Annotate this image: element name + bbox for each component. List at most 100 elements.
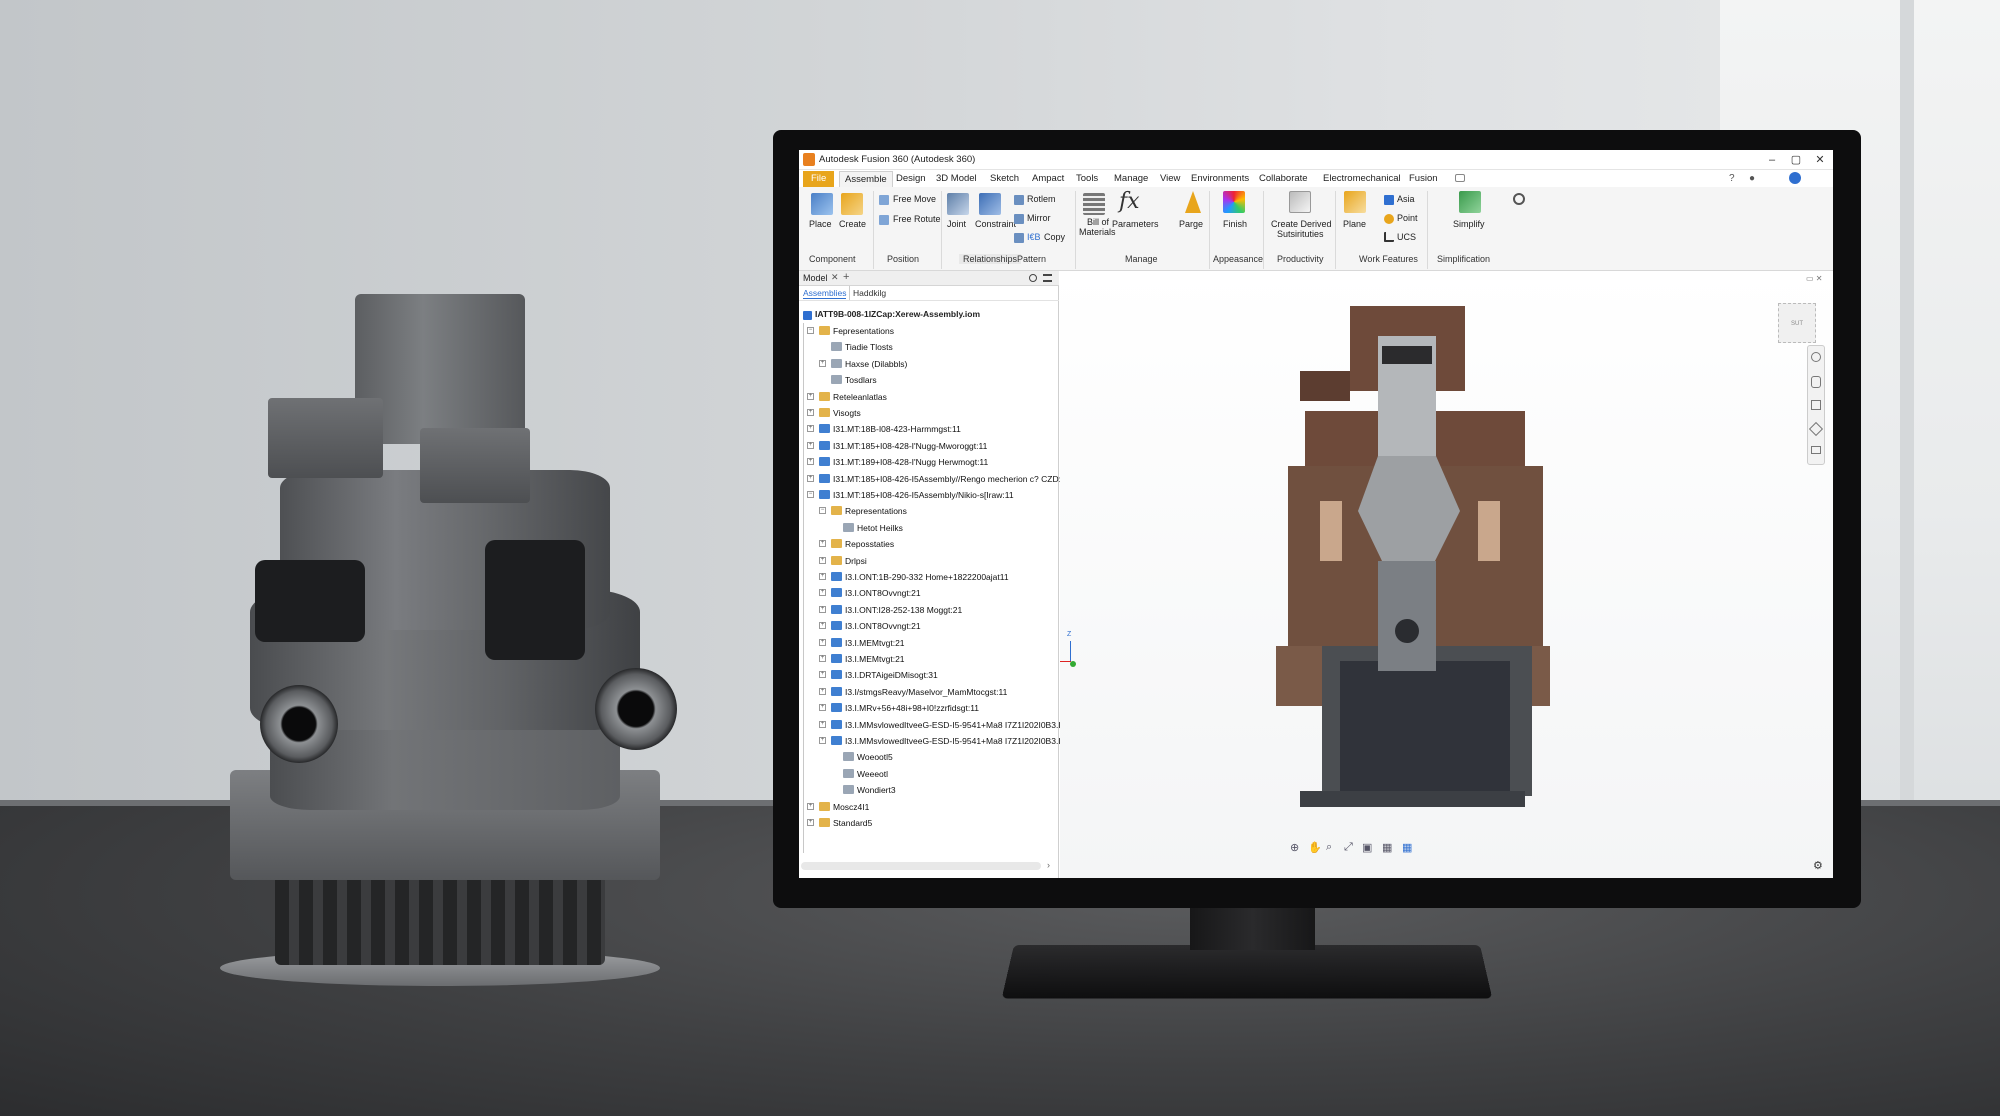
tree-item[interactable]: Hetot Heilks bbox=[799, 520, 1059, 536]
chevron-right-icon[interactable]: › bbox=[1047, 860, 1050, 870]
tree-item[interactable]: + I3.I.ONT:I28-252-138 Moggt:21 bbox=[799, 602, 1059, 618]
viewports-icon[interactable]: ▦ bbox=[1402, 841, 1412, 854]
ucs-button[interactable]: UCS bbox=[1397, 232, 1416, 242]
expand-icon[interactable]: + bbox=[807, 458, 814, 466]
viewport-restore-icon[interactable]: ▭ ✕ bbox=[1806, 274, 1822, 283]
bom-button-line1[interactable]: Bill of bbox=[1087, 217, 1109, 227]
bom-button-line2[interactable]: Materials bbox=[1079, 227, 1116, 237]
tree-item[interactable]: + Reposstaties bbox=[799, 536, 1059, 552]
tree-item[interactable]: Weeeotl bbox=[799, 766, 1059, 782]
group-component-label[interactable]: Component bbox=[809, 254, 856, 264]
grid-icon[interactable]: ▦ bbox=[1382, 841, 1392, 854]
gear-icon[interactable] bbox=[1513, 193, 1525, 205]
tree-item[interactable]: Tosdlars bbox=[799, 372, 1059, 388]
maximize-button[interactable]: ▢ bbox=[1783, 152, 1809, 168]
navigation-bar[interactable] bbox=[1807, 345, 1825, 465]
zoom-icon[interactable]: ⌕ bbox=[1326, 841, 1332, 854]
tree-item[interactable]: Wondiert3 bbox=[799, 782, 1059, 798]
pattern-rotlem-button[interactable]: Rotlem bbox=[1027, 194, 1056, 204]
mirror-button[interactable]: Mirror bbox=[1027, 213, 1051, 223]
orbit-icon[interactable]: ⊕ bbox=[1290, 841, 1299, 854]
expand-icon[interactable]: + bbox=[807, 474, 814, 482]
create-derived-line1[interactable]: Create Derived bbox=[1271, 219, 1332, 229]
group-simplification-label[interactable]: Simplification bbox=[1437, 254, 1490, 264]
help-icon[interactable]: ? bbox=[1729, 173, 1735, 184]
tree-item[interactable]: + I31.MT:189+I08-428-I'Nugg Herwmogt:11 bbox=[799, 454, 1059, 470]
tree-item[interactable]: − Fepresentations bbox=[799, 323, 1059, 339]
pan-icon[interactable]: ✋ bbox=[1308, 841, 1322, 854]
joint-button[interactable]: Joint bbox=[947, 219, 966, 229]
group-appearance-label[interactable]: Appeasance bbox=[1213, 254, 1263, 264]
copy-button[interactable]: Copy bbox=[1044, 232, 1065, 242]
tree-root[interactable]: IATT9B-008-1IZCap:Xerew-Assembly.iom bbox=[815, 309, 980, 319]
create-icon[interactable] bbox=[841, 193, 863, 215]
expand-icon[interactable]: + bbox=[819, 687, 826, 695]
tab-ampact[interactable]: Ampact bbox=[1027, 171, 1069, 187]
expand-icon[interactable]: + bbox=[819, 737, 826, 744]
tree-item[interactable]: + I3.I.MMsvlowedItveeG-ESD-I5-9541+Ma8 I7… bbox=[799, 717, 1085, 733]
close-button[interactable]: ✕ bbox=[1807, 152, 1833, 168]
tab-collaborate[interactable]: Collaborate bbox=[1254, 171, 1313, 187]
group-relationships-label[interactable]: Relationships bbox=[959, 254, 1022, 264]
display-settings-icon[interactable]: ▣ bbox=[1362, 841, 1372, 854]
axis-button[interactable]: Asia bbox=[1397, 194, 1415, 204]
tab-manage[interactable]: Manage bbox=[1109, 171, 1153, 187]
tree-item[interactable]: + I31.MT:18B-I08-423-Harmmgst:11 bbox=[799, 421, 1059, 437]
create-button[interactable]: Create bbox=[839, 219, 866, 229]
expand-icon[interactable]: + bbox=[807, 392, 814, 400]
joint-icon[interactable] bbox=[947, 193, 969, 215]
simplify-icon[interactable] bbox=[1459, 191, 1481, 213]
tab-assemble[interactable]: Assemble bbox=[839, 171, 893, 187]
tree-item[interactable]: + I3.I.DRTAigeiDMisogt:31 bbox=[799, 667, 1059, 683]
tree-item[interactable]: + Haxse (Dilabbls) bbox=[799, 356, 1059, 372]
expand-icon[interactable]: + bbox=[807, 819, 814, 826]
file-menu[interactable]: File bbox=[803, 171, 835, 187]
group-manage-label[interactable]: Manage bbox=[1125, 254, 1158, 264]
tab-fusion[interactable]: Fusion bbox=[1404, 171, 1443, 187]
fit-icon[interactable]: ⤢ bbox=[1344, 841, 1353, 854]
collapse-icon[interactable]: − bbox=[819, 507, 826, 515]
tree-item[interactable]: + I3.I.MEMtvgt:21 bbox=[799, 651, 1059, 667]
viewcube[interactable]: SUT bbox=[1778, 303, 1816, 343]
navigation-toolbar[interactable]: ⊕ ✋ ⌕ ⤢ ▣ ▦ ▦ bbox=[1290, 841, 1420, 859]
place-button[interactable]: Place bbox=[809, 219, 832, 229]
tab-assemblies[interactable]: Assemblies bbox=[803, 288, 847, 299]
tree-item[interactable]: + Reteleanlatlas bbox=[799, 389, 1059, 405]
tree-item[interactable]: + Visogts bbox=[799, 405, 1059, 421]
add-tab-icon[interactable]: + bbox=[843, 271, 849, 283]
tree-item[interactable]: − Representations bbox=[799, 503, 1059, 519]
group-work-features-label[interactable]: Work Features bbox=[1359, 254, 1418, 264]
tab-design[interactable]: Design bbox=[891, 171, 931, 187]
create-derived-line2[interactable]: Sutsirituties bbox=[1277, 229, 1324, 239]
search-icon[interactable] bbox=[1029, 274, 1037, 282]
section-view-model[interactable] bbox=[1260, 301, 1560, 831]
group-position-label[interactable]: Position bbox=[887, 254, 919, 264]
place-icon[interactable] bbox=[811, 193, 833, 215]
tab-3d-model[interactable]: 3D Model bbox=[931, 171, 982, 187]
close-icon[interactable]: ✕ bbox=[831, 272, 839, 283]
simplify-button[interactable]: Simplify bbox=[1453, 219, 1485, 229]
tab-tools[interactable]: Tools bbox=[1071, 171, 1103, 187]
plane-button[interactable]: Plane bbox=[1343, 219, 1366, 229]
point-button[interactable]: Point bbox=[1397, 213, 1418, 223]
expand-icon[interactable]: + bbox=[819, 704, 826, 712]
tree-item[interactable]: + Drlpsi bbox=[799, 553, 1059, 569]
expand-icon[interactable]: + bbox=[819, 556, 826, 564]
tab-electromechanical[interactable]: Electromechanical bbox=[1318, 171, 1406, 187]
menu-icon[interactable] bbox=[1043, 274, 1052, 282]
create-derived-icon[interactable] bbox=[1289, 191, 1311, 213]
minimize-button[interactable]: – bbox=[1759, 152, 1785, 168]
expand-icon[interactable]: + bbox=[807, 409, 814, 416]
tab-view[interactable]: View bbox=[1155, 171, 1185, 187]
tab-modeling[interactable]: Haddkilg bbox=[853, 288, 886, 298]
expand-icon[interactable]: + bbox=[819, 671, 826, 679]
tree-item[interactable]: + I3.I.ONT:1B-290-332 Home+1822200ajat11 bbox=[799, 569, 1059, 585]
browser-title[interactable]: Model bbox=[803, 273, 828, 283]
tab-environments[interactable]: Environments bbox=[1186, 171, 1254, 187]
finish-icon[interactable] bbox=[1223, 191, 1245, 213]
expand-icon[interactable]: + bbox=[819, 622, 826, 630]
constraint-button[interactable]: Constraint bbox=[975, 219, 1016, 229]
group-productivity-label[interactable]: Productivity bbox=[1277, 254, 1324, 264]
fx-icon[interactable]: fx bbox=[1119, 189, 1140, 214]
tree-item[interactable]: + I3.I.ONT8Ovvngt:21 bbox=[799, 618, 1059, 634]
